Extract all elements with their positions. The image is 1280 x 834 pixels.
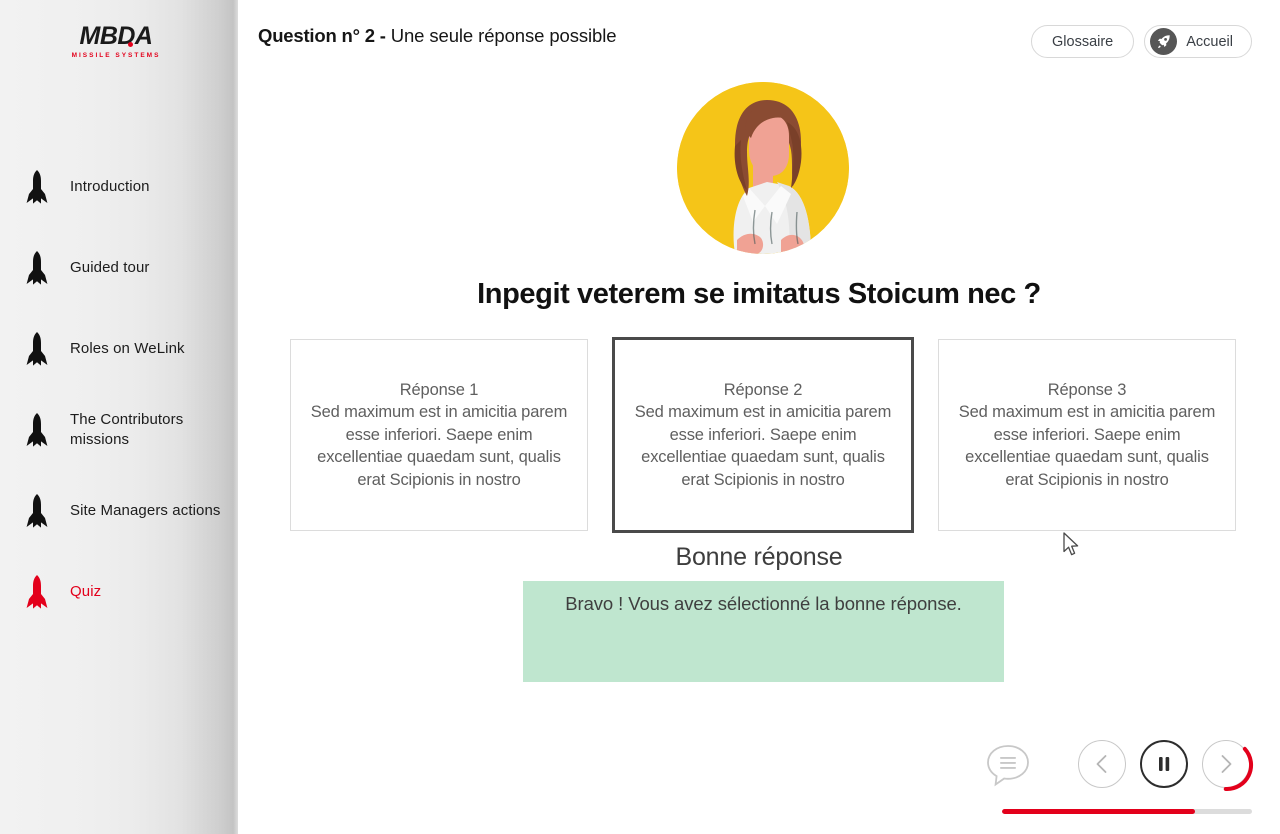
answer-option-text: Réponse 3 Sed maximum est in amicitia pa…	[955, 379, 1219, 492]
sidebar-item-label: Introduction	[70, 177, 150, 195]
chevron-left-icon	[1096, 755, 1107, 773]
logo-dot-icon	[127, 42, 133, 47]
feedback-title: Bonne réponse	[675, 543, 843, 571]
sidebar-nav: Introduction Guided tour Roles on WeLink	[0, 160, 238, 646]
missile-icon	[22, 494, 52, 528]
sidebar-item-label: Quiz	[70, 582, 102, 600]
feedback-box: Bravo ! Vous avez sélectionné la bonne r…	[523, 581, 1004, 682]
missile-icon	[22, 575, 52, 609]
next-button[interactable]	[1202, 740, 1254, 791]
answer-option-2[interactable]: Réponse 2 Sed maximum est in amicitia pa…	[612, 337, 914, 533]
avatar	[677, 82, 849, 254]
answer-option-label: Réponse 3	[1047, 380, 1127, 399]
answer-options: Réponse 1 Sed maximum est in amicitia pa…	[290, 337, 1236, 533]
home-button[interactable]: Accueil	[1144, 25, 1252, 58]
main-content: Question n° 2 - Une seule réponse possib…	[238, 0, 1280, 834]
question-header: Question n° 2 - Une seule réponse possib…	[258, 25, 617, 47]
home-button-label: Accueil	[1186, 33, 1233, 50]
answer-option-label: Réponse 2	[723, 380, 803, 399]
answer-option-1[interactable]: Réponse 1 Sed maximum est in amicitia pa…	[290, 339, 588, 531]
missile-icon	[22, 170, 52, 204]
answer-option-text: Réponse 2 Sed maximum est in amicitia pa…	[631, 379, 895, 492]
logo-wordmark: MBDA	[79, 22, 154, 50]
glossary-button-label: Glossaire	[1052, 33, 1114, 50]
sidebar-item-label: The Contributors missions	[70, 410, 184, 448]
topbar: Question n° 2 - Une seule réponse possib…	[238, 0, 1280, 68]
question-number: Question n° 2 -	[258, 25, 391, 46]
feedback-message: Bravo ! Vous avez sélectionné la bonne r…	[565, 593, 962, 614]
brand-logo: MBDA MISSILE SYSTEMS	[46, 22, 186, 60]
rocket-icon	[1150, 28, 1178, 55]
sidebar: MBDA MISSILE SYSTEMS Introduction Guided…	[0, 0, 238, 834]
elearning-player-window: MBDA MISSILE SYSTEMS Introduction Guided…	[0, 0, 1280, 834]
sidebar-item-the-contributors-missions[interactable]: The Contributors missions	[0, 403, 238, 457]
question-mode: Une seule réponse possible	[390, 25, 617, 46]
missile-icon	[22, 251, 52, 285]
missile-icon	[22, 413, 52, 447]
logo-wordmark-text: MBDA	[79, 22, 154, 50]
answer-option-text: Réponse 1 Sed maximum est in amicitia pa…	[307, 379, 571, 492]
answer-option-body: Sed maximum est in amicitia parem esse i…	[310, 403, 568, 489]
pause-button[interactable]	[1140, 740, 1188, 788]
sidebar-item-roles-on-welink[interactable]: Roles on WeLink	[0, 322, 238, 376]
answer-option-body: Sed maximum est in amicitia parem esse i…	[634, 403, 892, 489]
answer-option-label: Réponse 1	[399, 380, 479, 399]
sidebar-item-label: Guided tour	[70, 258, 150, 276]
transcript-button[interactable]	[984, 740, 1032, 788]
pause-icon	[1159, 757, 1170, 771]
topbar-actions: Glossaire Accueil	[1031, 25, 1252, 58]
sidebar-item-label: Site Managers actions	[70, 501, 221, 519]
player-controls	[984, 740, 1254, 791]
question-title: Inpegit veterem se imitatus Stoicum nec …	[477, 278, 1041, 310]
progress-bar-fill	[1002, 809, 1195, 814]
sidebar-item-guided-tour[interactable]: Guided tour	[0, 241, 238, 295]
chevron-right-icon	[1221, 755, 1232, 773]
sidebar-item-introduction[interactable]: Introduction	[0, 160, 238, 214]
missile-icon	[22, 332, 52, 366]
logo-tagline: MISSILE SYSTEMS	[71, 52, 161, 59]
sidebar-item-quiz[interactable]: Quiz	[0, 565, 238, 619]
sidebar-item-site-managers-actions[interactable]: Site Managers actions	[0, 484, 238, 538]
answer-option-body: Sed maximum est in amicitia parem esse i…	[958, 403, 1216, 489]
sidebar-item-label: Roles on WeLink	[70, 339, 185, 357]
progress-bar[interactable]	[1002, 809, 1252, 814]
previous-button[interactable]	[1078, 740, 1126, 788]
answer-option-3[interactable]: Réponse 3 Sed maximum est in amicitia pa…	[938, 339, 1236, 531]
glossary-button[interactable]: Glossaire	[1031, 25, 1135, 58]
